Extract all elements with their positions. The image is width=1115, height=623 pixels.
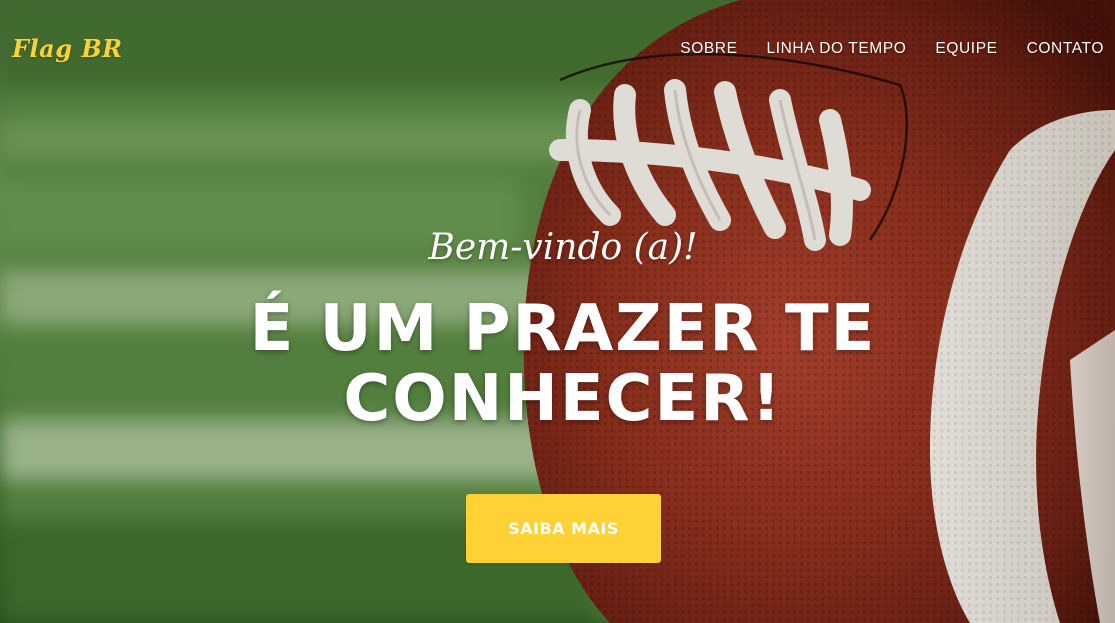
navbar: Flag BR SOBRE LINHA DO TEMPO EQUIPE CONT…	[0, 0, 1115, 96]
intro-text: Bem-vindo (a)! É UM PRAZER TE CONHECER!	[150, 222, 976, 434]
intro-heading: É UM PRAZER TE CONHECER!	[249, 292, 877, 436]
nav-link-equipe[interactable]: EQUIPE	[935, 40, 997, 58]
saiba-mais-button[interactable]: SAIBA MAIS	[466, 494, 661, 563]
nav-menu: SOBRE LINHA DO TEMPO EQUIPE CONTATO	[651, 40, 1104, 58]
nav-link-contato[interactable]: CONTATO	[1027, 40, 1104, 58]
nav-link-sobre[interactable]: SOBRE	[680, 40, 737, 58]
nav-link-linha-do-tempo[interactable]: LINHA DO TEMPO	[767, 40, 907, 58]
brand-logo[interactable]: Flag BR	[12, 34, 123, 63]
hero-section: Flag BR SOBRE LINHA DO TEMPO EQUIPE CONT…	[0, 0, 1115, 623]
intro-lead-in: Bem-vindo (a)!	[428, 227, 698, 268]
